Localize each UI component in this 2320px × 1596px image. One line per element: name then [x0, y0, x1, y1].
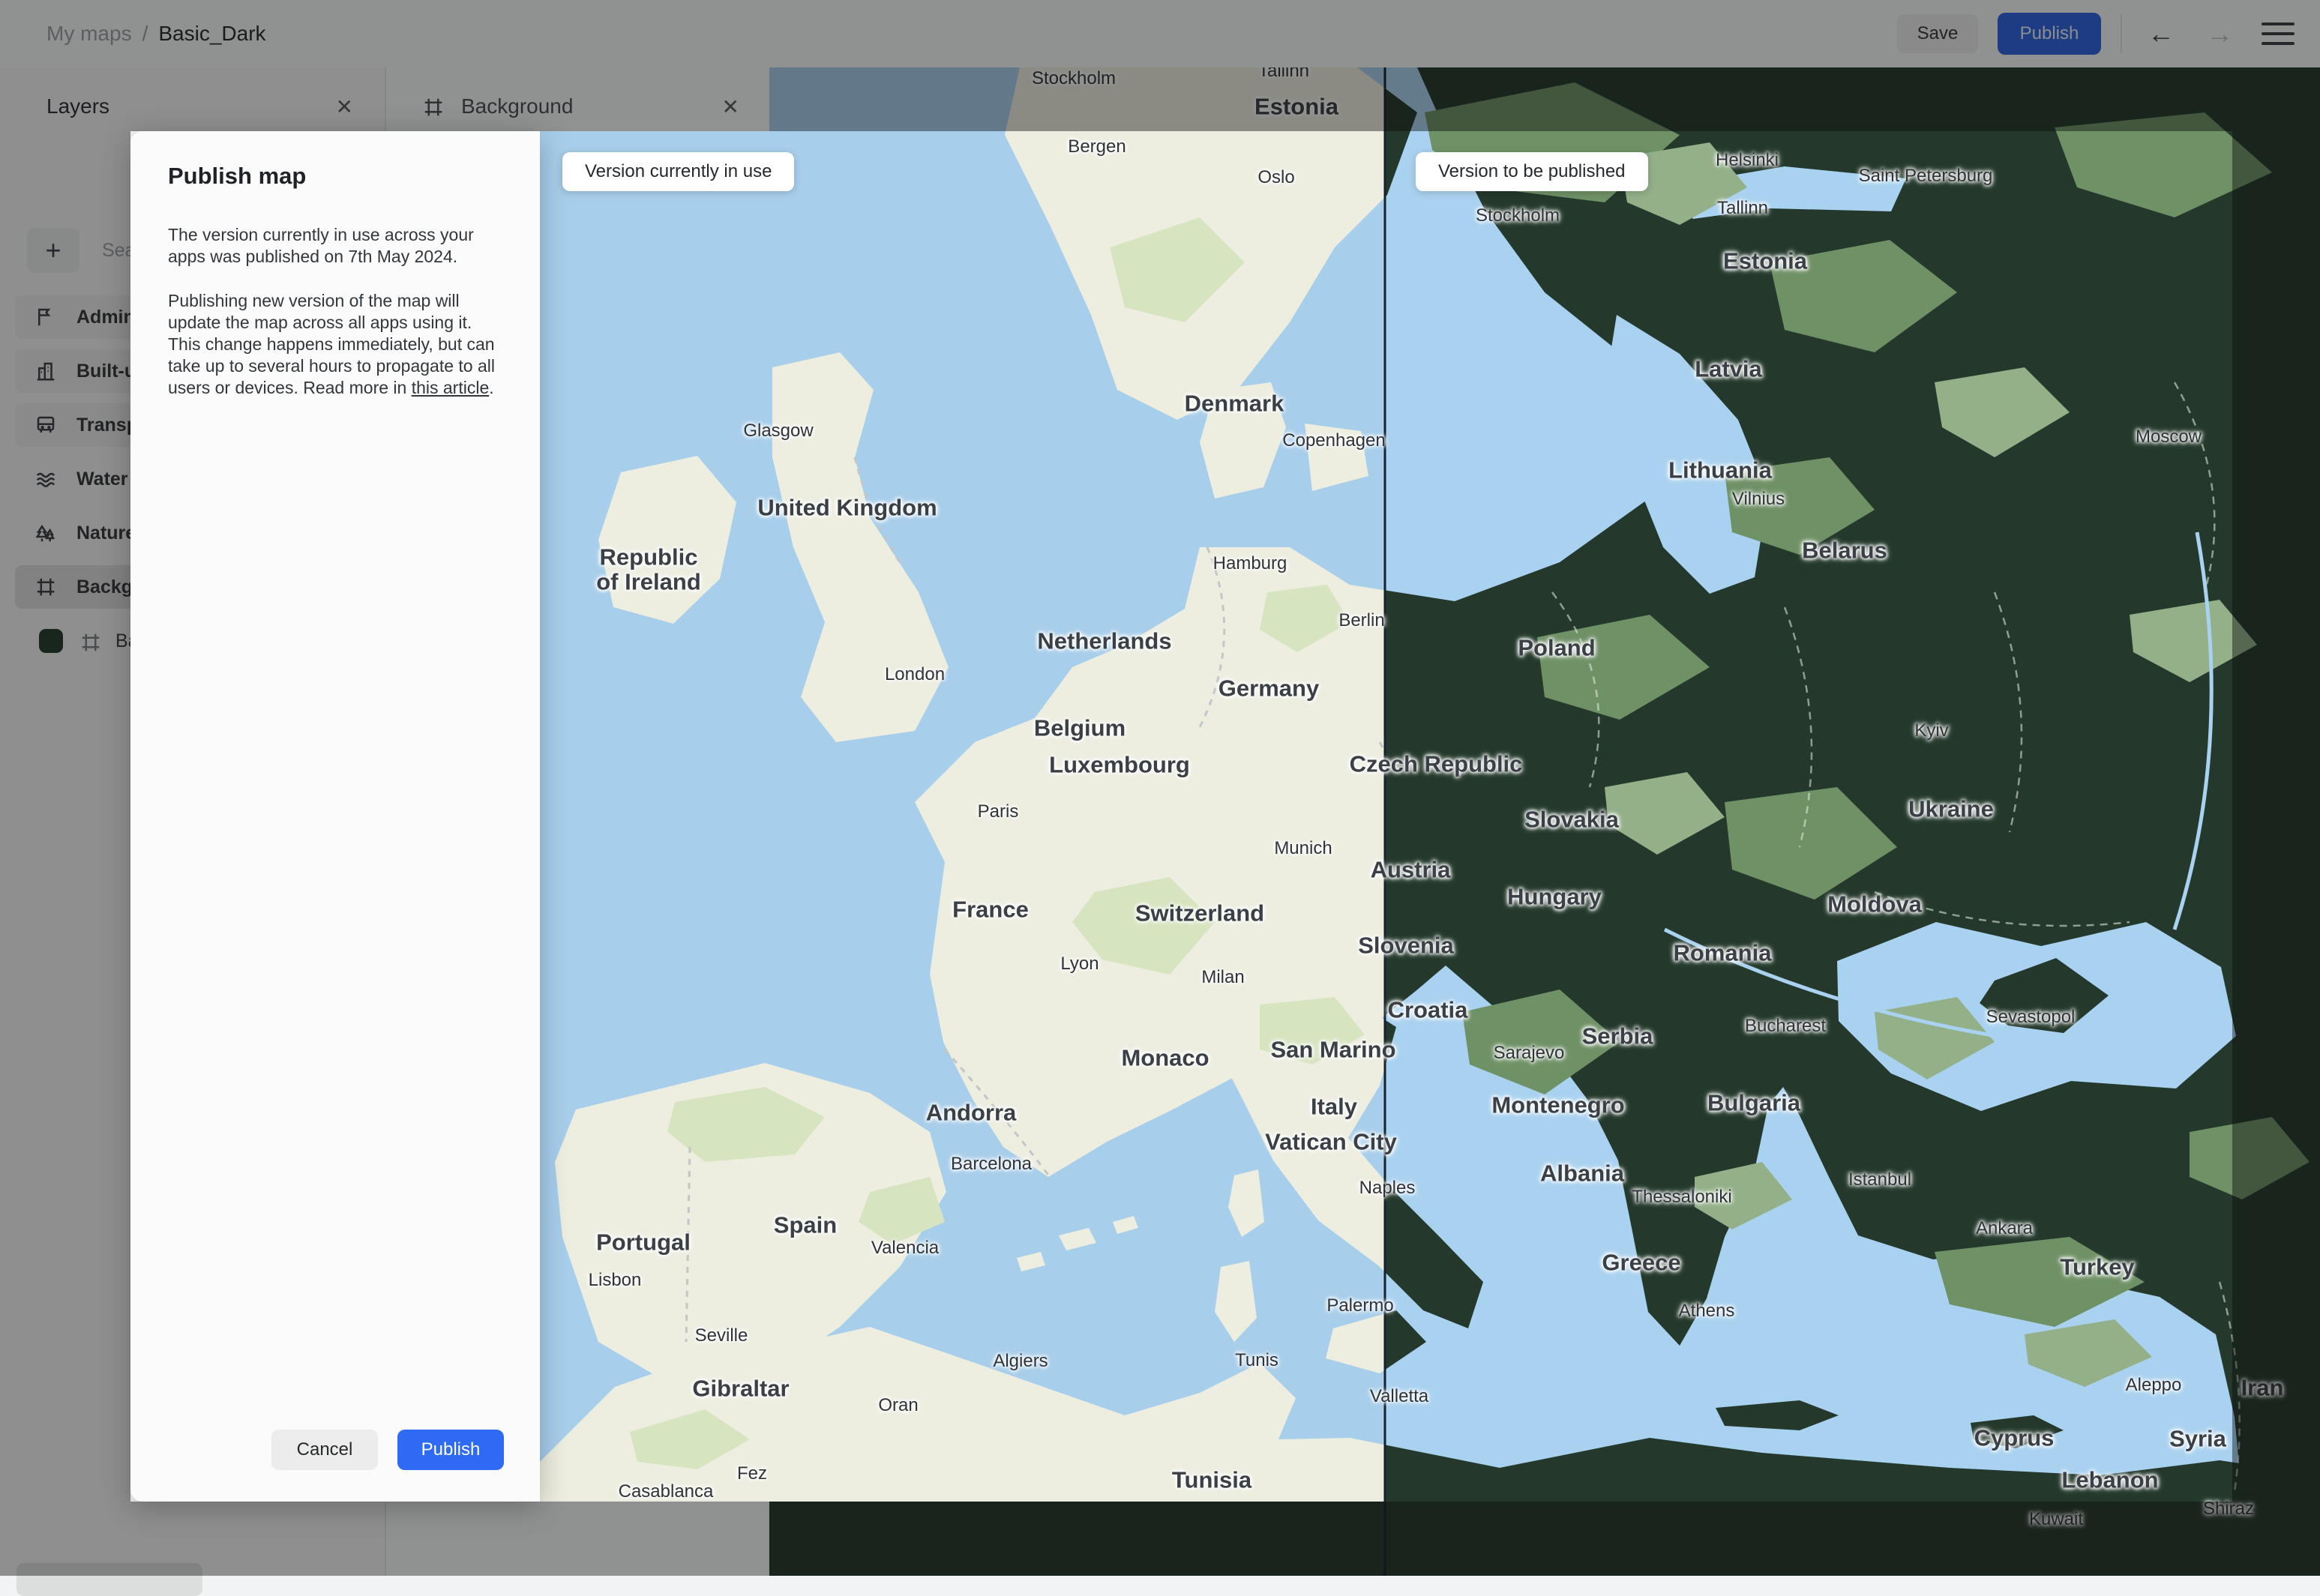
map-label-gibraltar: Gibraltar	[692, 1375, 790, 1402]
map-label-hamburg: Hamburg	[1212, 553, 1287, 574]
map-label-munich: Munich	[1274, 838, 1332, 859]
map-label-milan: Milan	[1201, 967, 1245, 988]
map-label-bulgaria: Bulgaria	[1707, 1089, 1801, 1116]
map-label-turkey: Turkey	[2060, 1253, 2135, 1280]
map-label-romania: Romania	[1673, 939, 1772, 966]
map-label-lithuania: Lithuania	[1668, 457, 1772, 484]
map-label-greece: Greece	[1602, 1249, 1681, 1276]
map-label-belarus: Belarus	[1802, 537, 1887, 564]
map-label-austria: Austria	[1370, 856, 1451, 883]
map-label-syria: Syria	[2169, 1425, 2226, 1452]
map-label-fez: Fez	[736, 1463, 768, 1484]
map-label-paris: Paris	[977, 801, 1019, 822]
map-label-bucharest: Bucharest	[1744, 1016, 1827, 1037]
map-label-istanbul: Istanbul	[1848, 1169, 1912, 1190]
map-label-algiers: Algiers	[993, 1351, 1048, 1372]
map-label-tallinn: Tallinn	[1716, 198, 1769, 219]
map-label-italy: Italy	[1310, 1093, 1358, 1120]
map-label-croatia: Croatia	[1387, 996, 1468, 1023]
map-label-vilnius: Vilnius	[1731, 489, 1785, 510]
map-label-luxembourg: Luxembourg	[1049, 751, 1190, 778]
map-label-athens: Athens	[1678, 1301, 1735, 1322]
version-current-chip: Version currently in use	[562, 152, 795, 191]
map-label-copenhagen: Copenhagen	[1282, 430, 1386, 451]
map-label-denmark: Denmark	[1184, 390, 1284, 417]
map-label-tunis: Tunis	[1235, 1350, 1278, 1371]
map-label-netherlands: Netherlands	[1037, 627, 1172, 654]
map-label-sarajevo: Sarajevo	[1493, 1043, 1565, 1064]
map-label-stockholm: Stockholm	[1475, 205, 1560, 226]
map-label-thessaloniki: Thessaloniki	[1632, 1187, 1732, 1208]
map-label-helsinki: Helsinki	[1715, 150, 1779, 171]
map-label-valencia: Valencia	[871, 1238, 940, 1259]
cancel-button[interactable]: Cancel	[271, 1430, 378, 1470]
overlay-right	[2232, 131, 2320, 1502]
map-label-seville: Seville	[694, 1325, 748, 1346]
map-label-naples: Naples	[1359, 1178, 1416, 1199]
map-label-oslo: Oslo	[1257, 167, 1295, 188]
publish-button-dialog[interactable]: Publish	[397, 1430, 504, 1470]
map-labels: Stockholm Tallinn Estonia Bergen Oslo Helsink…	[540, 67, 2320, 1576]
map-label-united-kingdom: United Kingdom	[757, 494, 937, 521]
map-label-serbia: Serbia	[1581, 1023, 1653, 1050]
map-compare-view[interactable]: Stockholm Tallinn Estonia Bergen Oslo Helsink…	[540, 67, 2320, 1576]
map-label-glasgow: Glasgow	[743, 421, 814, 442]
dialog-title: Publish map	[168, 163, 307, 189]
map-label-kyiv: Kyiv	[1914, 720, 1949, 741]
map-label-latvia: Latvia	[1695, 355, 1762, 382]
map-label-tunisia: Tunisia	[1171, 1466, 1252, 1493]
overlay-bottom	[0, 1502, 2320, 1576]
map-label-belgium: Belgium	[1033, 714, 1126, 741]
map-label-ukraine: Ukraine	[1908, 795, 1994, 822]
map-label-vatican-city: Vatican City	[1265, 1128, 1397, 1155]
map-label-saint-petersburg: Saint Petersburg	[1858, 166, 1993, 187]
version-published-chip: Version to be published	[1416, 152, 1648, 191]
map-label-cyprus: Cyprus	[1974, 1424, 2055, 1451]
overlay-top	[0, 0, 2320, 131]
overlay-left	[0, 131, 130, 1502]
map-label-germany: Germany	[1218, 675, 1320, 702]
publish-map-dialog: Publish map The version currently in use…	[130, 131, 540, 1502]
map-label-london: London	[884, 664, 946, 685]
map-label-slovakia: Slovakia	[1524, 806, 1619, 833]
map-label-czech-republic: Czech Republic	[1349, 750, 1523, 777]
dialog-paragraph-2-period: .	[489, 378, 494, 397]
this-article-link[interactable]: this article	[412, 378, 490, 397]
map-label-aleppo: Aleppo	[2125, 1375, 2182, 1396]
map-label-france: France	[952, 896, 1029, 923]
map-label-estonia: Estonia	[1723, 247, 1807, 274]
map-label-lyon: Lyon	[1060, 954, 1099, 975]
map-label-bergen: Bergen	[1068, 136, 1126, 157]
map-label-moldova: Moldova	[1827, 891, 1922, 918]
dialog-paragraph-2: Publishing new version of the map will u…	[168, 290, 504, 399]
map-label-lebanon: Lebanon	[2061, 1466, 2159, 1493]
map-label-republic-of-ireland: Republic of Ireland	[596, 543, 701, 595]
map-label-albania: Albania	[1540, 1160, 1624, 1187]
map-label-portugal: Portugal	[596, 1229, 691, 1256]
map-label-ankara: Ankara	[1975, 1218, 2034, 1239]
map-label-slovenia: Slovenia	[1358, 932, 1454, 959]
map-label-casablanca: Casablanca	[618, 1481, 714, 1502]
map-label-monaco: Monaco	[1121, 1044, 1209, 1071]
map-label-san-marino: San Marino	[1270, 1036, 1396, 1063]
map-label-moscow: Moscow	[2135, 427, 2202, 448]
map-label-spain: Spain	[773, 1211, 838, 1238]
dialog-paragraph-1: The version currently in use across your…	[168, 225, 474, 266]
map-label-lisbon: Lisbon	[588, 1270, 642, 1291]
map-label-switzerland: Switzerland	[1135, 900, 1265, 927]
map-label-montenegro: Montenegro	[1491, 1091, 1625, 1118]
map-label-oran: Oran	[878, 1395, 919, 1416]
map-label-berlin: Berlin	[1338, 610, 1385, 631]
map-label-sevastopol: Sevastopol	[1986, 1007, 2076, 1028]
map-label-andorra: Andorra	[925, 1099, 1017, 1126]
map-label-poland: Poland	[1518, 634, 1596, 661]
map-label-hungary: Hungary	[1507, 883, 1602, 910]
map-label-barcelona: Barcelona	[950, 1154, 1033, 1175]
map-label-palermo: Palermo	[1326, 1295, 1394, 1316]
map-label-valletta: Valletta	[1369, 1386, 1429, 1407]
